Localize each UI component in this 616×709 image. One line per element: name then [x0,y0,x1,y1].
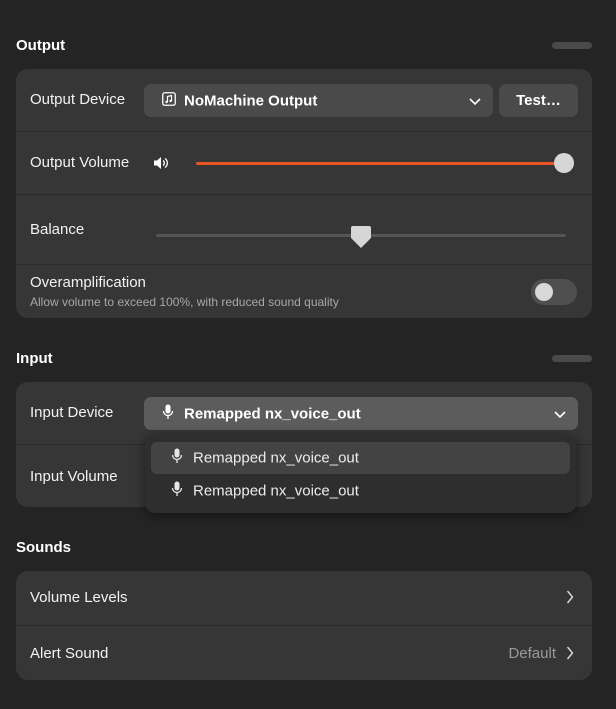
input-device-value: Remapped nx_voice_out [184,405,361,422]
volume-levels-row[interactable]: Volume Levels [16,571,592,625]
input-volume-label: Input Volume [30,468,118,485]
chevron-down-icon [554,405,566,422]
chevron-right-icon [566,590,574,608]
output-device-label: Output Device [30,91,126,108]
overamplification-description: Allow volume to exceed 100%, with reduce… [30,295,339,309]
balance-row: Balance [16,194,592,264]
input-device-dropdown[interactable]: Remapped nx_voice_out [144,397,578,430]
alert-sound-value: Default [508,645,556,662]
chevron-down-icon [469,92,481,109]
output-volume-label: Output Volume [30,154,130,171]
microphone-icon [171,448,183,468]
chevron-right-icon [566,646,574,664]
input-device-popover: Remapped nx_voice_out Remapped nx_voice_… [145,435,576,513]
input-device-option-label: Remapped nx_voice_out [193,449,359,467]
input-device-option[interactable]: Remapped nx_voice_out [151,442,570,474]
music-note-icon [162,91,176,110]
output-section-indicator [552,42,592,49]
sounds-card: Volume Levels Alert Sound Default [16,571,592,680]
output-device-dropdown[interactable]: NoMachine Output [144,84,493,117]
balance-label: Balance [30,221,85,238]
speaker-icon[interactable] [153,156,169,174]
input-section-title: Input [16,350,53,367]
microphone-icon [162,404,174,424]
output-card: Output Device NoMachine Output Test… Out… [16,69,592,318]
output-section-title: Output [16,37,66,54]
output-volume-row: Output Volume [16,131,592,194]
toggle-thumb [535,283,553,301]
overamplification-row: Overamplification Allow volume to exceed… [16,264,592,318]
overamplification-toggle[interactable] [531,279,577,305]
output-volume-fill [196,162,564,165]
input-section-indicator [552,355,592,362]
input-device-option-label: Remapped nx_voice_out [193,482,359,500]
input-device-label: Input Device [30,404,114,421]
output-device-row: Output Device NoMachine Output Test… [16,69,592,131]
microphone-icon [171,481,183,501]
alert-sound-label: Alert Sound [30,645,109,662]
output-device-value: NoMachine Output [184,92,318,109]
volume-levels-label: Volume Levels [30,589,128,606]
balance-knob[interactable] [350,225,372,253]
test-button[interactable]: Test… [499,84,578,117]
alert-sound-row[interactable]: Alert Sound Default [16,625,592,680]
input-device-option[interactable]: Remapped nx_voice_out [151,475,570,507]
overamplification-label: Overamplification [30,274,146,291]
output-volume-knob[interactable] [554,153,574,173]
sounds-section-title: Sounds [16,539,71,556]
